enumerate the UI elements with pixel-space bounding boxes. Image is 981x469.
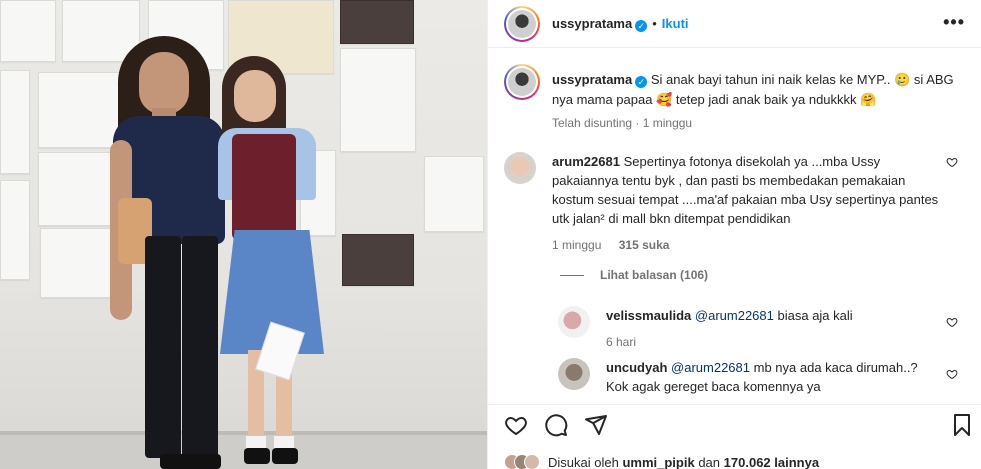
author-username[interactable]: ussypratama [552,16,632,31]
wall-poster [342,234,414,286]
mother-jeans [182,236,218,458]
replier-avatar[interactable] [558,358,590,390]
follow-button[interactable]: Ikuti [662,16,689,31]
reply-mention[interactable]: @arum22681 [695,308,774,323]
liker-avatar [524,454,540,469]
reply-text: biasa aja kali [777,308,853,323]
comment-meta: 1 minggu 315 suka [552,236,942,255]
caption-meta: Telah disunting · 1 minggu [552,116,693,130]
action-bar [488,404,981,448]
commenter-avatar[interactable] [504,152,536,184]
wall-paper [340,48,416,152]
heart-icon[interactable] [946,368,958,380]
mother-face [139,52,189,114]
replies-line [560,274,584,276]
liked-user[interactable]: ummi_pipik [622,455,694,469]
wall-paper [38,152,116,226]
wall-paper [0,70,30,174]
wall-paper [40,228,116,298]
girl-face [234,70,276,122]
share-icon[interactable] [584,413,608,437]
caption-text: ussypratama ✓ Si anak bayi tahun ini naik… [552,70,964,110]
girl-shoe [244,448,270,464]
liked-count[interactable]: 170.062 lainnya [724,455,819,469]
heart-icon[interactable] [946,316,958,328]
view-replies-label: Lihat balasan (106) [600,268,709,282]
reply-body: uncudyah @arum22681 mb nya ada kaca diru… [606,358,936,396]
heart-icon[interactable] [504,413,528,437]
mother-jeans [145,236,181,458]
post-panel: ussypratama ✓ • Ikuti ••• ussypratama ✓ Si a… [487,0,981,469]
separator-dot: • [652,16,657,31]
mother-shoe [187,454,221,469]
verified-icon: ✓ [635,76,648,88]
replier-username[interactable]: velissmaulida [606,308,691,323]
reply-body: velissmaulida @arum22681 biasa aja kali … [606,306,936,352]
reply-meta: 6 hari [606,333,936,352]
caption-avatar[interactable] [504,64,540,100]
liked-by-text: Disukai oleh ummi_pipik dan 170.062 lain… [548,455,819,469]
reply-time: 6 hari [606,335,637,349]
replier-avatar[interactable] [558,306,590,338]
liked-prefix: Disukai oleh [548,454,619,469]
heart-icon[interactable] [946,156,958,168]
commenter-username[interactable]: arum22681 [552,154,620,169]
more-icon[interactable]: ••• [943,12,965,33]
comment-body: arum22681 Sepertinya fotonya disekolah y… [552,152,942,255]
liked-by[interactable]: Disukai oleh ummi_pipik dan 170.062 lain… [504,454,819,469]
liked-middle: dan [698,454,721,469]
post-photo[interactable] [0,0,487,469]
bookmark-icon[interactable] [950,413,974,437]
girl-vest [232,134,296,240]
wall-paper [424,156,484,232]
header-user: ussypratama ✓ • Ikuti [552,16,689,32]
verified-icon: ✓ [635,20,648,32]
comment-likes[interactable]: 315 suka [619,238,670,252]
wall-paper [0,180,30,280]
comment-time: 1 minggu [552,238,602,252]
girl-shoe [272,448,298,464]
post-header: ussypratama ✓ • Ikuti ••• [488,0,981,48]
view-replies-button[interactable]: Lihat balasan (106) [560,268,708,282]
caption-username[interactable]: ussypratama [552,72,632,87]
comment-icon[interactable] [544,413,568,437]
wall-poster [340,0,414,44]
replier-username[interactable]: uncudyah [606,360,667,375]
reply-mention[interactable]: @arum22681 [671,360,750,375]
wall-paper [0,0,56,62]
author-avatar[interactable] [504,6,540,42]
